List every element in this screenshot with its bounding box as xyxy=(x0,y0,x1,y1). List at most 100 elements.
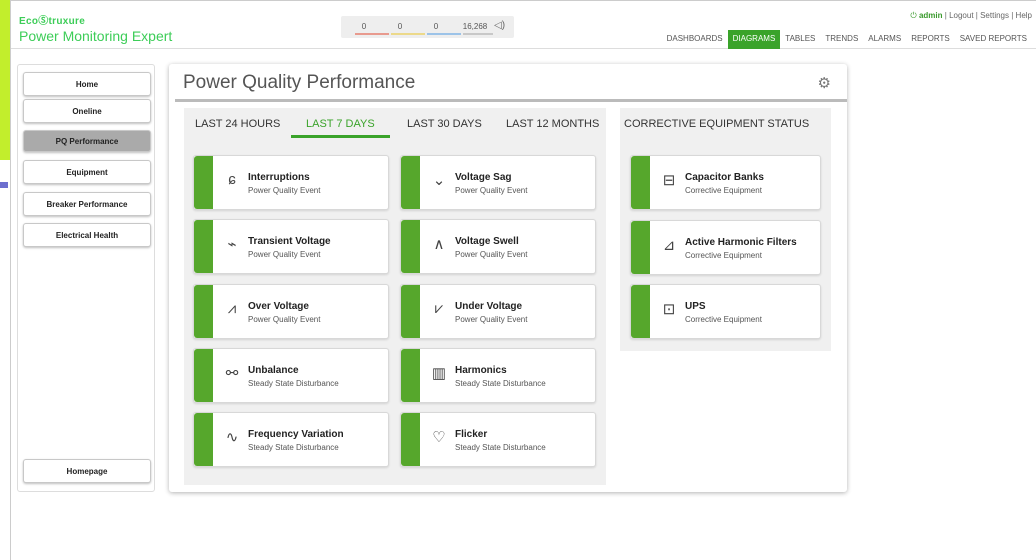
gear-icon[interactable]: ⚙ xyxy=(818,74,831,92)
tab-last-12-months[interactable]: LAST 12 MONTHS xyxy=(506,118,599,135)
card-subtitle: Steady State Disturbance xyxy=(455,379,546,388)
status-strip xyxy=(401,349,420,402)
card-title: Harmonics xyxy=(455,365,507,376)
corrective-equipment-panel: CORRECTIVE EQUIPMENT STATUS ⊟ Capacitor … xyxy=(620,108,831,351)
status-strip xyxy=(401,413,420,466)
sidebar-item-equipment[interactable]: Equipment xyxy=(23,160,151,184)
card-unbalance[interactable]: ⚯ Unbalance Steady State Disturbance xyxy=(193,348,389,403)
separator: | xyxy=(944,11,947,20)
corrective-equipment-title: CORRECTIVE EQUIPMENT STATUS xyxy=(624,118,810,130)
card-transient-voltage[interactable]: ⌁ Transient Voltage Power Quality Event xyxy=(193,219,389,274)
card-voltage-swell[interactable]: ∧ Voltage Swell Power Quality Event xyxy=(400,219,596,274)
brand-ecostruxure: EcoⓈtruxure xyxy=(19,16,86,27)
sidebar-item-home[interactable]: Home xyxy=(23,72,151,96)
card-subtitle: Steady State Disturbance xyxy=(248,379,339,388)
settings-link[interactable]: Settings xyxy=(980,11,1009,20)
user-icon: ⏻ xyxy=(910,11,917,20)
alarm-bar-high xyxy=(355,33,389,35)
card-interruptions[interactable]: ɕ Interruptions Power Quality Event xyxy=(193,155,389,210)
alarm-bar-low xyxy=(427,33,461,35)
nav-dashboards[interactable]: DASHBOARDS xyxy=(662,30,728,49)
card-subtitle: Power Quality Event xyxy=(455,315,528,324)
alarm-bar-medium xyxy=(391,33,425,35)
sidebar-item-homepage[interactable]: Homepage xyxy=(23,459,151,483)
harmonics-icon: ▥ xyxy=(431,365,447,382)
card-title: Interruptions xyxy=(248,172,310,183)
nav-saved-reports[interactable]: SAVED REPORTS xyxy=(955,30,1032,49)
card-subtitle: Power Quality Event xyxy=(248,250,321,259)
separator: | xyxy=(975,11,978,20)
status-strip xyxy=(194,156,213,209)
ups-icon: ⊡ xyxy=(662,301,676,318)
card-title: Over Voltage xyxy=(248,301,309,312)
card-ups[interactable]: ⊡ UPS Corrective Equipment xyxy=(630,284,821,339)
sidebar-item-electrical-health[interactable]: Electrical Health xyxy=(23,223,151,247)
card-title: Unbalance xyxy=(248,365,299,376)
logo: EcoⓈtruxure Power Monitoring Expert xyxy=(19,12,172,44)
transient-icon: ⌁ xyxy=(227,236,237,253)
nav-diagrams[interactable]: DIAGRAMS xyxy=(727,30,781,49)
flicker-icon: ♡ xyxy=(432,429,446,446)
brand-product-name: Power Monitoring Expert xyxy=(19,28,173,44)
capacitor-icon: ⊟ xyxy=(662,172,676,189)
status-strip xyxy=(631,221,650,274)
card-subtitle: Corrective Equipment xyxy=(685,186,762,195)
alarm-summary[interactable]: 0 0 0 16,268 ◁) xyxy=(341,16,514,38)
card-frequency-variation[interactable]: ∿ Frequency Variation Steady State Distu… xyxy=(193,412,389,467)
status-strip xyxy=(401,285,420,338)
status-strip xyxy=(194,413,213,466)
card-active-harmonic-filters[interactable]: ⊿ Active Harmonic Filters Corrective Equ… xyxy=(630,220,821,275)
status-strip xyxy=(194,285,213,338)
card-flicker[interactable]: ♡ Flicker Steady State Disturbance xyxy=(400,412,596,467)
card-title: Active Harmonic Filters xyxy=(685,237,797,248)
card-over-voltage[interactable]: ⩘ Over Voltage Power Quality Event xyxy=(193,284,389,339)
user-name[interactable]: admin xyxy=(919,11,943,20)
nav-alarms[interactable]: ALARMS xyxy=(863,30,906,49)
card-title: Voltage Sag xyxy=(455,172,512,183)
help-link[interactable]: Help xyxy=(1016,11,1032,20)
card-harmonics[interactable]: ▥ Harmonics Steady State Disturbance xyxy=(400,348,596,403)
tab-last-24-hours[interactable]: LAST 24 HOURS xyxy=(195,118,280,135)
card-subtitle: Power Quality Event xyxy=(455,186,528,195)
main-panel: Power Quality Performance ⚙ LAST 24 HOUR… xyxy=(169,64,847,492)
pq-events-panel: LAST 24 HOURS LAST 7 DAYS LAST 30 DAYS L… xyxy=(184,108,606,485)
status-strip xyxy=(631,156,650,209)
over-voltage-icon: ⩘ xyxy=(227,300,237,317)
sidebar-item-pq-performance[interactable]: PQ Performance xyxy=(23,130,151,152)
status-strip xyxy=(401,156,420,209)
card-title: Voltage Swell xyxy=(455,236,519,247)
window-border xyxy=(10,0,11,560)
nav-tables[interactable]: TABLES xyxy=(780,30,820,49)
nav-trends[interactable]: TRENDS xyxy=(820,30,863,49)
card-under-voltage[interactable]: ⩗ Under Voltage Power Quality Event xyxy=(400,284,596,339)
logout-link[interactable]: Logout xyxy=(949,11,973,20)
status-strip xyxy=(401,220,420,273)
external-window-edge xyxy=(0,182,8,188)
card-capacitor-banks[interactable]: ⊟ Capacitor Banks Corrective Equipment xyxy=(630,155,821,210)
card-title: Transient Voltage xyxy=(248,236,331,247)
card-subtitle: Power Quality Event xyxy=(248,315,321,324)
alarm-count-medium[interactable]: 0 xyxy=(387,22,413,31)
voltage-swell-icon: ∧ xyxy=(433,236,445,253)
tab-last-7-days[interactable]: LAST 7 DAYS xyxy=(291,118,390,138)
voltage-sag-icon: ⌄ xyxy=(432,172,446,189)
sidebar-item-oneline[interactable]: Oneline xyxy=(23,99,151,123)
status-strip xyxy=(194,220,213,273)
alarm-count-total[interactable]: 16,268 xyxy=(458,22,492,31)
card-voltage-sag[interactable]: ⌄ Voltage Sag Power Quality Event xyxy=(400,155,596,210)
alarm-bar-total xyxy=(463,33,493,35)
card-subtitle: Power Quality Event xyxy=(455,250,528,259)
speaker-icon[interactable]: ◁) xyxy=(494,20,505,31)
tab-last-30-days[interactable]: LAST 30 DAYS xyxy=(407,118,482,135)
card-subtitle: Steady State Disturbance xyxy=(455,443,546,452)
page-title: Power Quality Performance xyxy=(183,72,416,93)
card-subtitle: Corrective Equipment xyxy=(685,251,762,260)
alarm-count-high[interactable]: 0 xyxy=(351,22,377,31)
sidebar-item-breaker-performance[interactable]: Breaker Performance xyxy=(23,192,151,216)
alarm-count-low[interactable]: 0 xyxy=(423,22,449,31)
nav-reports[interactable]: REPORTS xyxy=(906,30,955,49)
card-subtitle: Steady State Disturbance xyxy=(248,443,339,452)
status-strip xyxy=(631,285,650,338)
under-voltage-icon: ⩗ xyxy=(434,300,444,317)
status-strip xyxy=(194,349,213,402)
